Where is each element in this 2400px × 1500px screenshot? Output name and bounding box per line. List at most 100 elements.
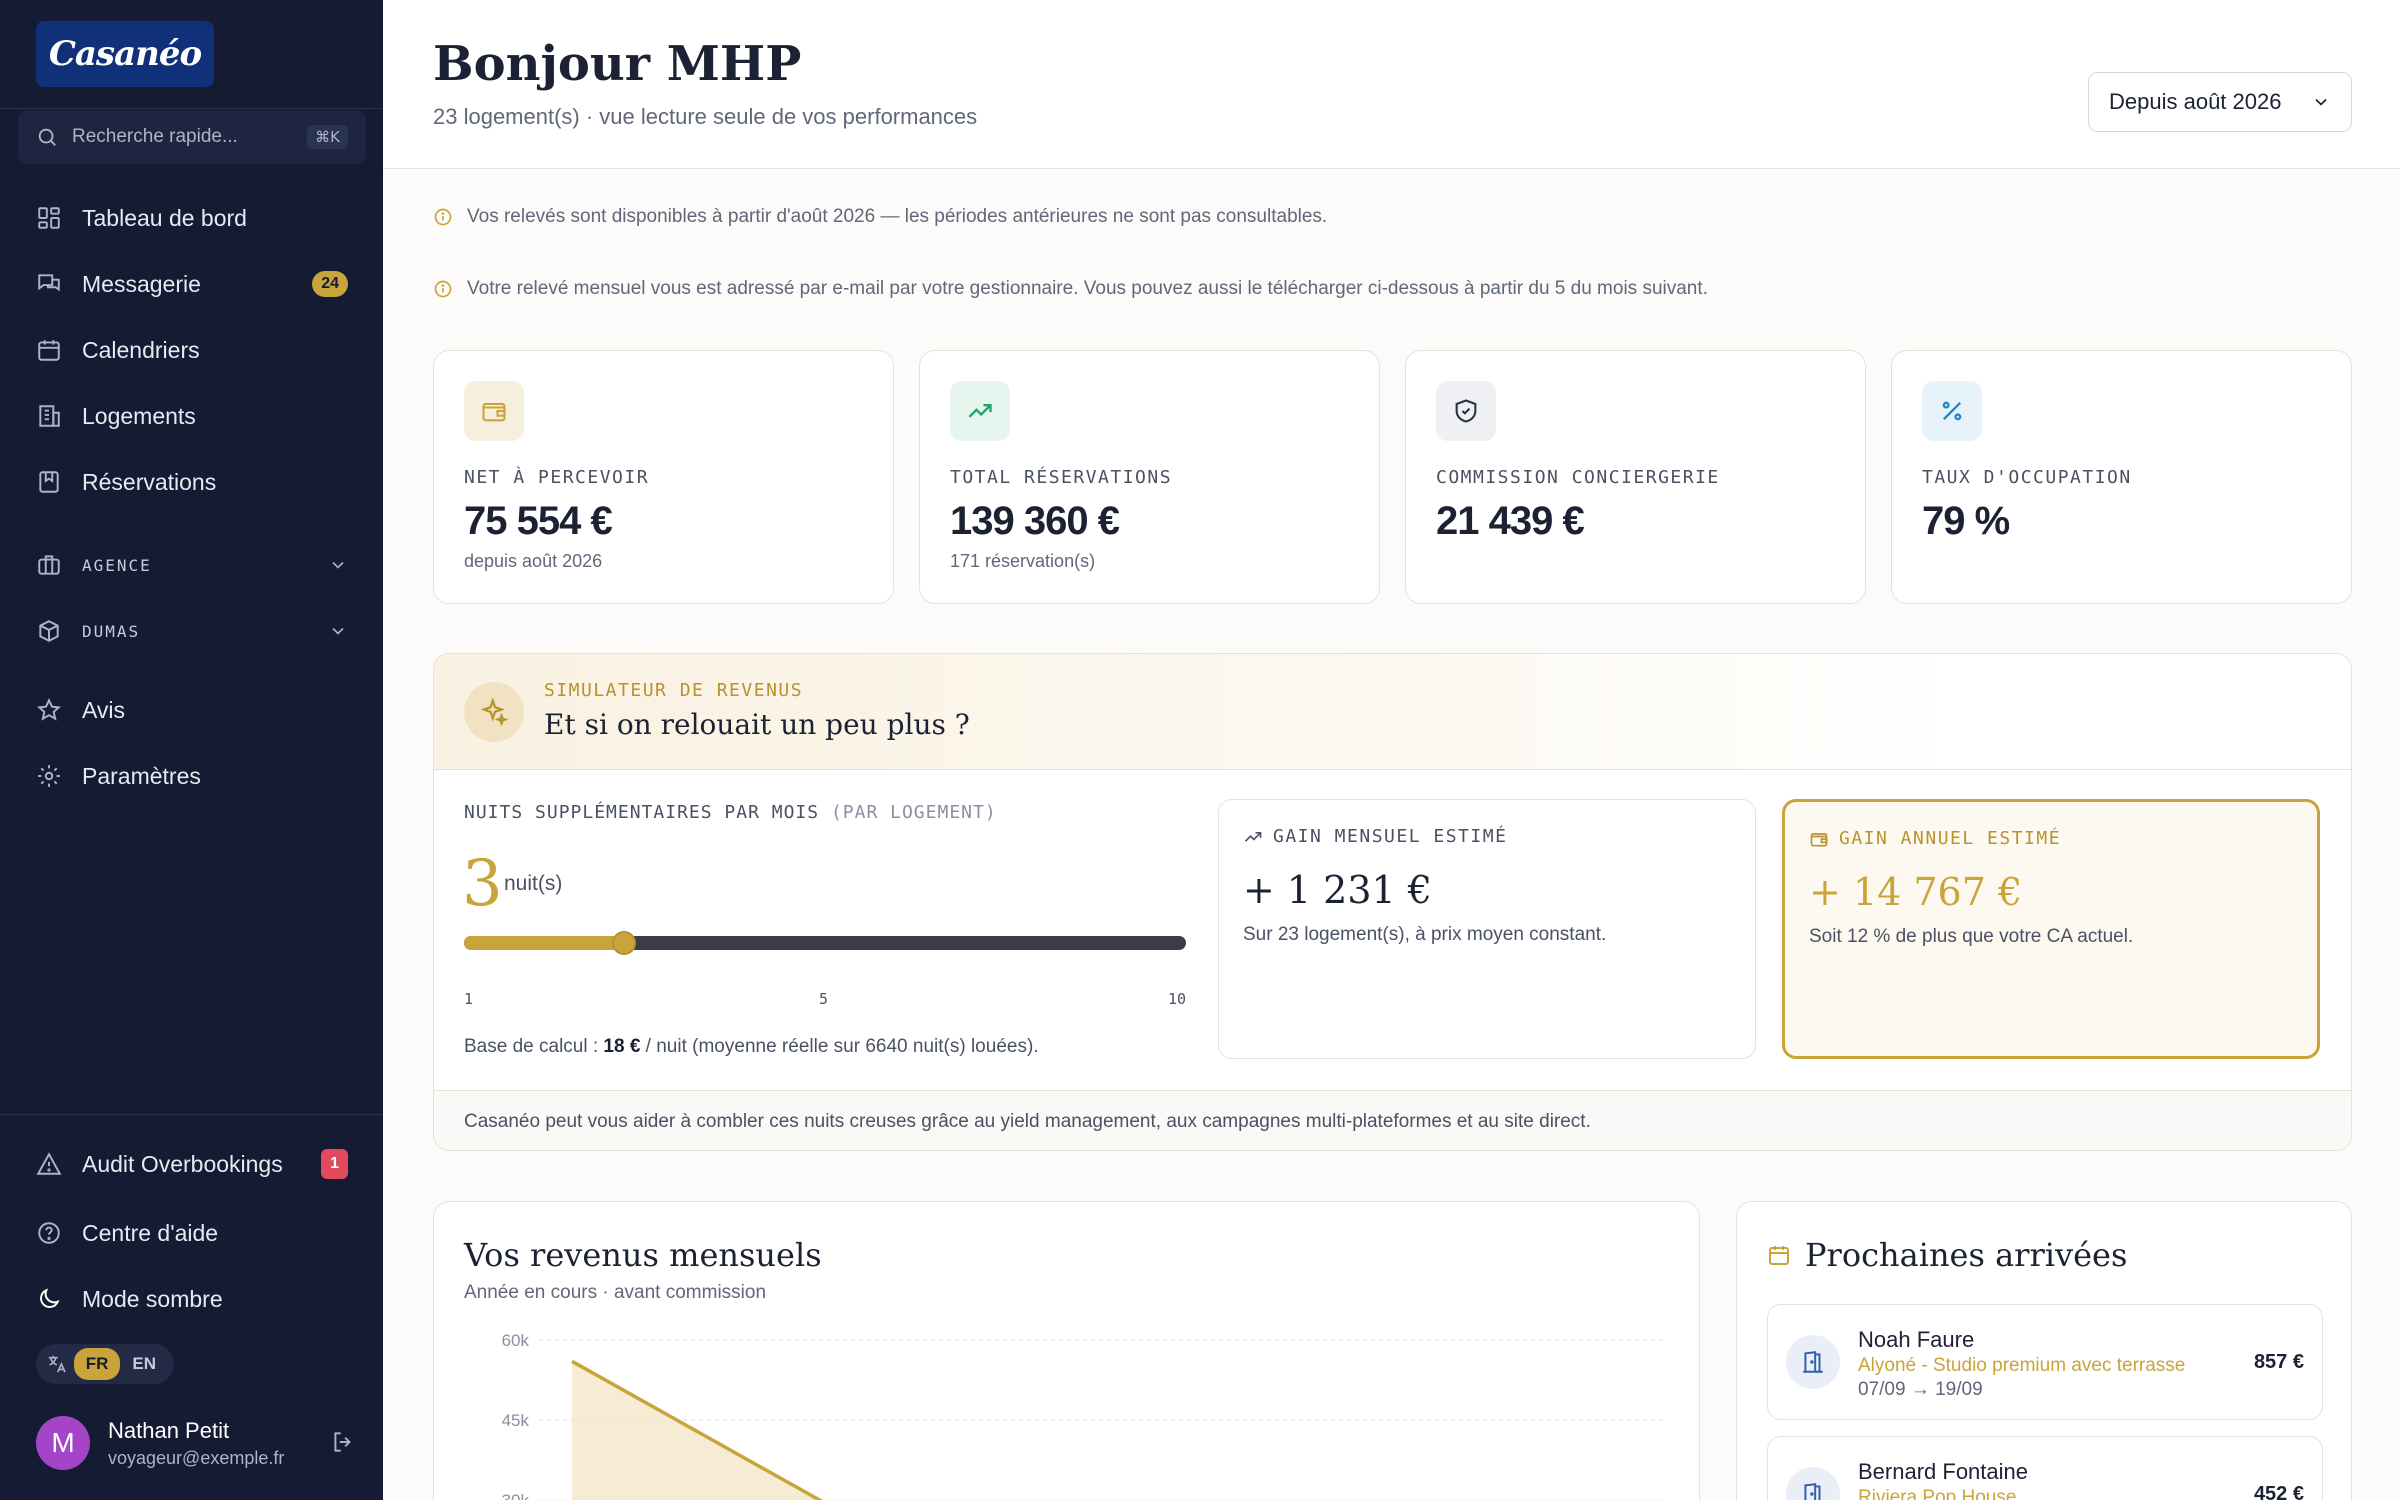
annual-gain-value: + 14 767 € <box>1809 870 2023 914</box>
building-icon <box>39 405 60 427</box>
kpi-value: 139 360 € <box>950 499 1120 543</box>
messages-count-badge: 24 <box>312 271 348 297</box>
property-name: Riviera Pop House <box>1858 1487 2017 1500</box>
kpi-value: 21 439 € <box>1436 499 1585 543</box>
chevron-down-icon <box>332 561 344 569</box>
nav-item-settings[interactable]: Paramètres <box>36 754 348 798</box>
nav-item-reservations[interactable]: Réservations <box>36 460 348 504</box>
nav-item-calendars[interactable]: Calendriers <box>36 328 348 372</box>
kpi-label: TAUX D'OCCUPATION <box>1922 467 2132 488</box>
slider-tick-max: 10 <box>1168 990 1187 1008</box>
logout-icon[interactable] <box>330 1429 356 1455</box>
brand-logo[interactable]: Casanéo <box>36 21 214 87</box>
nav-label: Paramètres <box>82 762 201 789</box>
simulator-header: SIMULATEUR DE REVENUS Et si on relouait … <box>434 654 2351 770</box>
user-name: Nathan Petit <box>108 1417 230 1443</box>
simulator-eyebrow: SIMULATEUR DE REVENUS <box>544 680 804 701</box>
shield-icon <box>1436 381 1496 441</box>
basis-prefix: Base de calcul : <box>464 1036 604 1057</box>
nav-item-audit-overbookings[interactable]: Audit Overbookings 1 <box>36 1142 348 1186</box>
arrival-item[interactable]: Bernard Fontaine Riviera Pop House 452 € <box>1767 1436 2323 1500</box>
kpi-card-net: NET À PERCEVOIR 75 554 € depuis août 202… <box>433 350 894 604</box>
nav-item-help-center[interactable]: Centre d'aide <box>36 1211 348 1255</box>
kpi-value: 79 % <box>1922 499 2010 543</box>
nav-item-dashboard[interactable]: Tableau de bord <box>36 196 348 240</box>
briefcase-icon <box>38 555 60 575</box>
slider-tick-mid: 5 <box>819 990 829 1008</box>
kpi-label: NET À PERCEVOIR <box>464 467 650 488</box>
calendar-icon <box>1769 1246 1789 1265</box>
page-header: Bonjour MHP 23 logement(s) · vue lecture… <box>383 0 2400 169</box>
slider-tick-min: 1 <box>464 990 474 1008</box>
booking-price: 452 € <box>2253 1483 2304 1500</box>
revenue-chart: 60k 45k 30k <box>502 1331 1664 1500</box>
nav-group-label: DUMAS <box>82 621 141 641</box>
nav-label: Réservations <box>82 468 217 495</box>
door-icon <box>1786 1335 1840 1389</box>
slider-fill <box>464 936 625 950</box>
nav-label: Logements <box>82 402 196 429</box>
nav-label: Messagerie <box>82 270 201 297</box>
percent-icon <box>1922 381 1982 441</box>
messages-icon <box>38 274 60 292</box>
sidebar-divider <box>0 108 383 109</box>
sparkles-icon <box>464 682 524 742</box>
dashboard-icon <box>38 207 60 229</box>
availability-notice: Vos relevés sont disponibles à partir d'… <box>433 206 1327 228</box>
stay-dates: 07/09 → 19/09 <box>1858 1379 1983 1400</box>
language-option-fr[interactable]: FR <box>73 1348 121 1380</box>
nav-group-dumas[interactable]: DUMAS <box>36 609 348 653</box>
nav-item-properties[interactable]: Logements <box>36 394 348 438</box>
search-icon <box>38 128 56 146</box>
slider-thumb[interactable] <box>612 931 637 955</box>
kpi-subtext: 171 réservation(s) <box>950 551 1096 571</box>
nav-item-reviews[interactable]: Avis <box>36 688 348 732</box>
monthly-gain-card: GAIN MENSUEL ESTIMÉ + 1 231 € Sur 23 log… <box>1218 799 1756 1059</box>
nav-item-messages[interactable]: Messagerie 24 <box>36 262 348 306</box>
user-profile: M Nathan Petit voyageur@exemple.fr <box>36 1414 356 1472</box>
simulator-footer: Casanéo peut vous aider à combler ces nu… <box>434 1090 2351 1150</box>
dark-mode-toggle[interactable]: Mode sombre <box>36 1277 348 1321</box>
arrival-item[interactable]: Noah Faure Alyoné - Studio premium avec … <box>1767 1304 2323 1420</box>
nav-group-label: AGENCE <box>82 555 152 575</box>
annual-gain-label: GAIN ANNUEL ESTIMÉ <box>1809 828 2061 849</box>
kpi-value: 75 554 € <box>464 499 613 543</box>
nav-label: Centre d'aide <box>82 1219 219 1246</box>
notice-text: Votre relevé mensuel vous est adressé pa… <box>467 278 1708 299</box>
kpi-label: COMMISSION CONCIERGERIE <box>1436 467 1720 488</box>
nav-group-agence[interactable]: AGENCE <box>36 543 348 587</box>
period-select[interactable]: Depuis août 2026 <box>2088 72 2352 132</box>
arrivals-header: Prochaines arrivées <box>1767 1236 2127 1274</box>
calculation-basis: Base de calcul : 18 € / nuit (moyenne ré… <box>464 1036 1039 1058</box>
chevron-down-icon <box>332 627 344 635</box>
revenue-simulator: SIMULATEUR DE REVENUS Et si on relouait … <box>433 653 2352 1151</box>
extra-nights-slider[interactable] <box>464 931 1186 955</box>
slider-label-text: NUITS SUPPLÉMENTAIRES PAR MOIS <box>464 802 820 823</box>
door-icon <box>1786 1467 1840 1500</box>
annual-gain-card: GAIN ANNUEL ESTIMÉ + 14 767 € Soit 12 % … <box>1782 799 2320 1059</box>
upcoming-arrivals-card: Prochaines arrivées Noah Faure Alyoné - … <box>1736 1201 2352 1500</box>
booking-price: 857 € <box>2253 1351 2304 1373</box>
audit-count-badge: 1 <box>321 1149 348 1179</box>
language-option-en[interactable]: EN <box>120 1348 168 1380</box>
sidebar-divider <box>0 1114 383 1115</box>
basis-suffix: / nuit (moyenne réelle sur 6640 nuit(s) … <box>640 1036 1039 1057</box>
package-icon <box>39 620 59 642</box>
user-email: voyageur@exemple.fr <box>108 1447 285 1468</box>
main-content: Bonjour MHP 23 logement(s) · vue lecture… <box>383 0 2400 1500</box>
guest-name: Bernard Fontaine <box>1858 1459 2028 1484</box>
quick-search[interactable]: Recherche rapide... ⌘K <box>18 110 366 164</box>
property-name: Alyoné - Studio premium avec terrasse <box>1858 1355 2186 1376</box>
chart-y-tick: 30k <box>502 1491 530 1500</box>
page-subtitle: 23 logement(s) · vue lecture seule de vo… <box>433 104 978 129</box>
basis-price: 18 € <box>603 1036 641 1057</box>
brand-logo-text: Casanéo <box>48 34 202 74</box>
gain-label-text: GAIN ANNUEL ESTIMÉ <box>1839 828 2062 849</box>
nav-label: Mode sombre <box>82 1285 223 1312</box>
chevron-down-icon <box>2315 98 2327 106</box>
search-shortcut: ⌘K <box>307 125 348 149</box>
calendar-icon <box>38 340 60 361</box>
bookmark-icon <box>39 471 59 493</box>
avatar[interactable]: M <box>36 1416 90 1470</box>
kpi-card-reservations: TOTAL RÉSERVATIONS 139 360 € 171 réserva… <box>919 350 1380 604</box>
